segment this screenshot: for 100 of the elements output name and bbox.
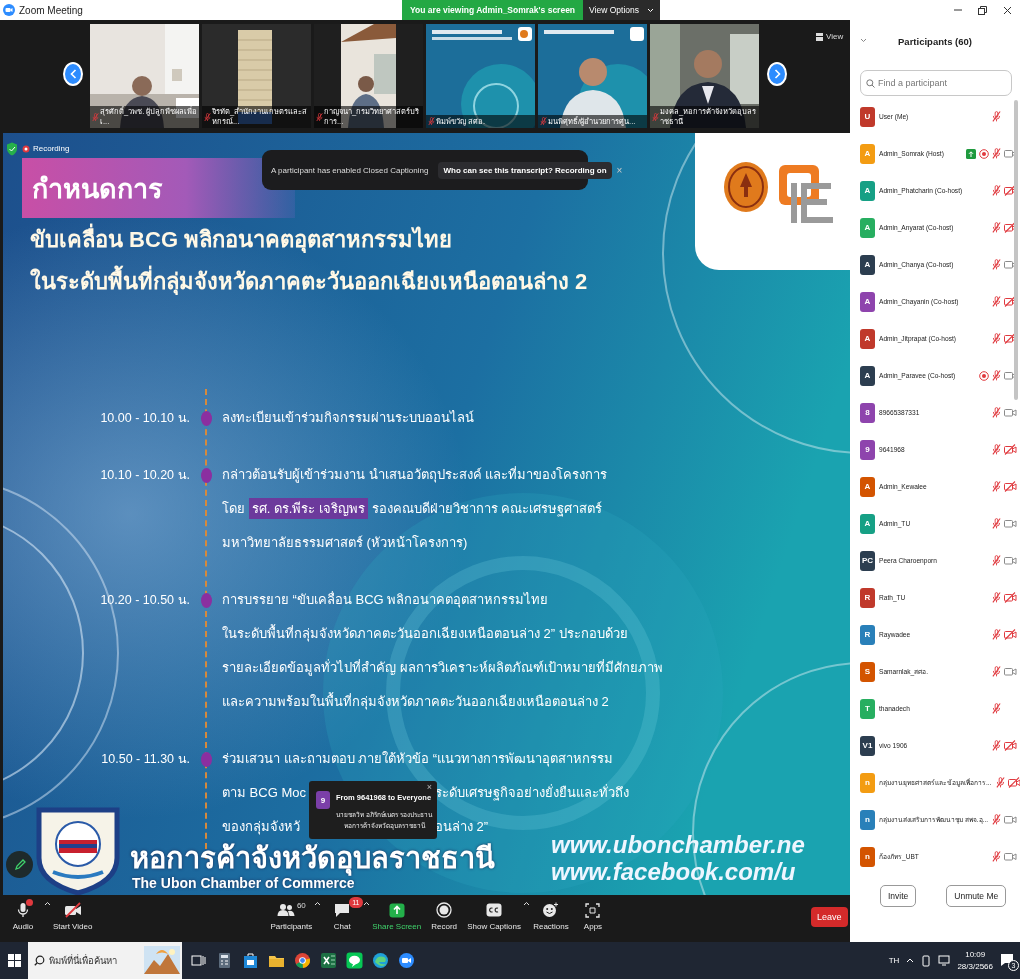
avatar: A	[860, 143, 875, 164]
avatar: R	[860, 587, 875, 608]
agenda-time: 10.10 - 10.20 น.	[100, 467, 190, 484]
avatar: 9	[316, 791, 330, 809]
unmute-button[interactable]: Unmute Me	[946, 885, 1007, 907]
search-icon	[34, 955, 45, 966]
close-button[interactable]: ×	[426, 782, 432, 792]
avatar: A	[860, 217, 875, 238]
restore-icon[interactable]	[978, 5, 987, 15]
video-off-icon	[63, 902, 82, 918]
network-icon[interactable]	[938, 955, 951, 966]
agenda-time: 10.50 - 11.30 น.	[101, 751, 190, 768]
participant-count: 60	[296, 901, 306, 910]
caret-icon[interactable]	[314, 901, 322, 906]
clock[interactable]: 10:09 28/3/2566	[957, 948, 993, 973]
caption-notice-text: A participant has enabled Closed Captioning	[271, 165, 429, 175]
slide-title: ขับเคลื่อน BCG พลิกอนาคตอุตสาหกรรมไทย	[30, 219, 453, 261]
participants-button[interactable]: 60 Participants	[268, 895, 315, 931]
scrollbar[interactable]	[1014, 100, 1018, 400]
mic-icon	[17, 902, 29, 918]
windows-start-icon[interactable]	[7, 954, 21, 967]
browser-icon[interactable]	[372, 952, 389, 969]
avatar: A	[860, 180, 875, 201]
timeline-dot	[200, 752, 212, 767]
apps-button[interactable]: Apps	[571, 895, 614, 931]
website-url: www.ubonchamber.ne	[551, 831, 805, 858]
agenda-text: โดย รศ. ดร.พีระ เจริญพร รองคณบดีฝ่ายวิชาการ คณะเศรษฐศาสตร์	[222, 492, 603, 526]
view-button[interactable]: View	[816, 32, 844, 41]
agenda-text: กล่าวต้อนรับผู้เข้าร่วมงาน นำเสนอวัตถุประสงค์ และที่มาของโครงการ	[222, 465, 608, 485]
notifications-icon[interactable]	[1000, 952, 1014, 967]
task-view-icon[interactable]	[190, 952, 207, 969]
store-icon[interactable]	[242, 952, 259, 969]
grid-icon	[816, 32, 823, 41]
avatar: A	[860, 365, 875, 386]
timeline-dot	[200, 411, 212, 426]
search-icon	[866, 79, 875, 88]
captions-button[interactable]: Show Captions	[465, 895, 523, 931]
apps-icon	[585, 902, 601, 918]
zoom-logo-icon	[3, 4, 15, 16]
avatar: V1	[860, 735, 875, 756]
audio-button[interactable]: Audio	[2, 895, 44, 931]
seal-logo	[723, 161, 769, 213]
recording-icon	[22, 144, 30, 153]
organization-name: The Ubon Chamber of Commerce	[132, 875, 355, 892]
avatar: A	[860, 476, 875, 497]
video-button[interactable]: Start Video	[51, 895, 95, 931]
people-icon	[276, 903, 295, 917]
previous-page-button[interactable]	[63, 62, 83, 86]
agenda-text: และความพร้อมในพื้นที่กลุ่มจังหวัดภาคตะวันออกเฉียงเหนือตอนล่าง 2	[222, 691, 609, 712]
record-button[interactable]: Record	[423, 895, 466, 931]
panel-title: Participants (60)	[898, 35, 972, 47]
reactions-button[interactable]: Reactions	[529, 895, 572, 931]
clock-time: 10:09	[965, 948, 986, 961]
avatar: A	[860, 328, 875, 349]
timeline-dot	[200, 593, 212, 608]
leave-button[interactable]: Leave	[811, 907, 848, 927]
invite-button[interactable]: Invite	[880, 885, 917, 907]
agenda-text: การบรรยาย “ขับเคลื่อน BCG พลิกอนาคตอุตสาหกรรมไทย	[222, 590, 549, 610]
agenda-text: ตาม BCG Moc	[222, 784, 306, 802]
chat-app-icon[interactable]	[346, 952, 363, 969]
chevron-down-icon[interactable]	[860, 38, 867, 43]
closed-captions-icon	[486, 903, 503, 917]
record-icon	[436, 902, 453, 918]
caret-icon[interactable]	[522, 901, 530, 906]
screen-share-notice: You are viewing Admin_Somrak's screen	[402, 0, 584, 20]
avatar: n	[860, 809, 875, 830]
pen-icon	[13, 858, 26, 871]
next-page-button[interactable]	[767, 62, 787, 86]
avatar: PC	[860, 550, 875, 571]
search-field[interactable]: Find a participant	[860, 70, 1012, 96]
clock-date: 28/3/2566	[957, 960, 993, 973]
caret-icon[interactable]	[44, 901, 51, 906]
transcript-link[interactable]: Who can see this transcript? Recording on	[438, 161, 612, 179]
agenda-text: มหาวิทยาลัยธรรมศาสตร์ (หัวหน้าโครงการ)	[222, 534, 468, 552]
spreadsheet-icon[interactable]	[320, 952, 337, 969]
shield-icon	[6, 142, 18, 156]
avatar: n	[860, 772, 875, 793]
avatar: U	[860, 106, 875, 127]
agenda-text: ระดับเศรษฐกิจอย่างยั่งยืนและทั่วถึง	[435, 783, 629, 803]
avatar: A	[860, 513, 875, 534]
agenda-time: 10.20 - 10.50 น.	[100, 592, 190, 609]
smiley-icon	[542, 902, 560, 918]
timeline-dot	[200, 468, 212, 483]
video-meeting-icon[interactable]	[398, 952, 415, 969]
close-icon[interactable]	[1003, 5, 1012, 15]
caret-icon[interactable]	[363, 901, 371, 906]
avatar: T	[860, 698, 875, 719]
avatar: 8	[860, 402, 875, 423]
avatar: n	[860, 846, 875, 867]
chevron-down-icon	[647, 7, 654, 13]
chrome-icon[interactable]	[294, 952, 311, 969]
share-screen-icon	[388, 902, 405, 918]
device-icon[interactable]	[921, 954, 932, 967]
share-button[interactable]: Share Screen	[370, 895, 424, 931]
website-url: www.facebook.com/u	[551, 858, 796, 885]
window-title: Zoom Meeting	[19, 4, 84, 16]
calculator-icon[interactable]	[216, 952, 233, 969]
language-indicator[interactable]: TH	[888, 956, 900, 965]
chevron-right-icon	[773, 69, 781, 79]
view-options-button[interactable]: View Options	[583, 0, 660, 20]
